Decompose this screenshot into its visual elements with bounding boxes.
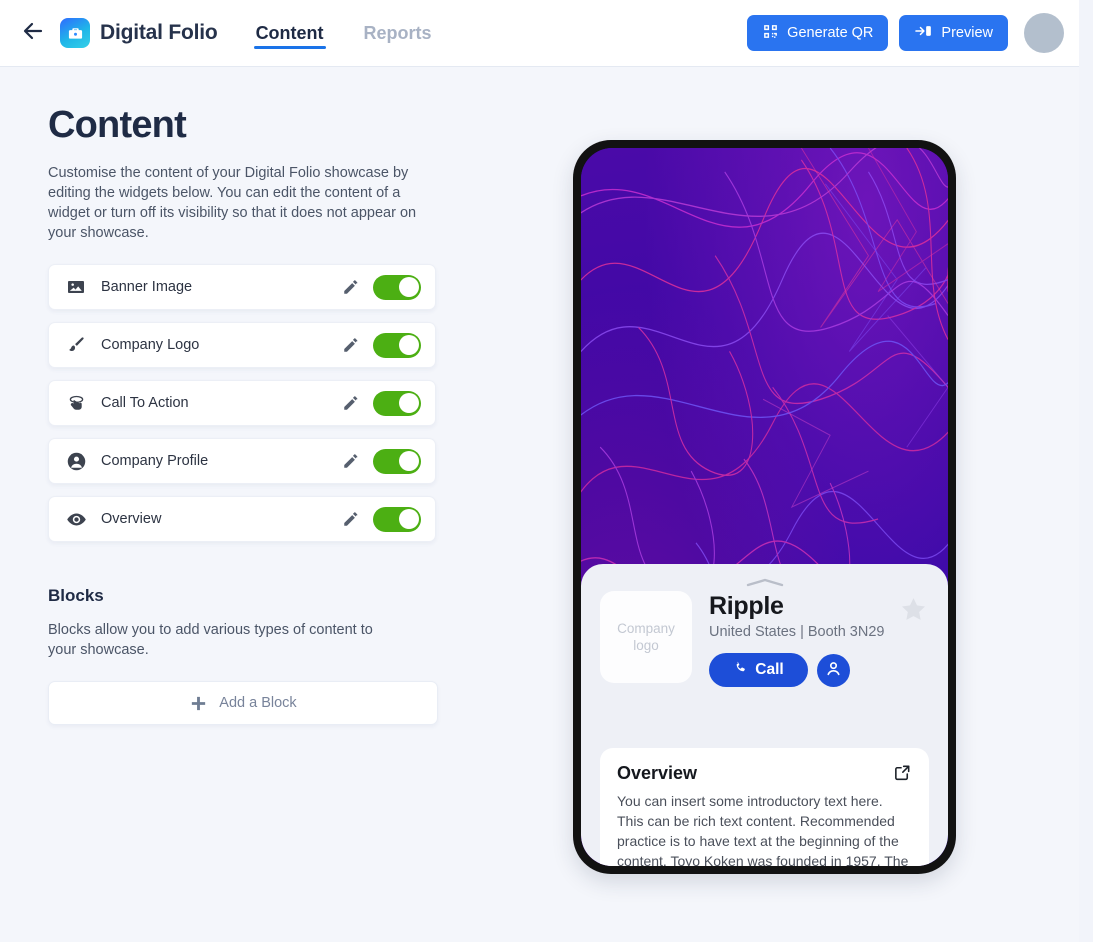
eye-icon: [65, 508, 87, 530]
visibility-toggle[interactable]: [373, 448, 421, 474]
profile-sheet: Company logo Ripple United States | Boot…: [581, 564, 948, 866]
tab-content[interactable]: Content: [253, 0, 326, 66]
widget-label: Company Profile: [101, 453, 209, 469]
widget-row-banner-image[interactable]: Banner Image: [48, 264, 436, 310]
plus-icon: [189, 694, 208, 713]
page-title: Content: [48, 104, 187, 146]
call-button[interactable]: Call: [709, 653, 808, 687]
briefcase-icon: [60, 18, 90, 48]
overview-card[interactable]: Overview You can insert some introductor…: [600, 748, 929, 866]
top-navigation-bar: Digital Folio Content Reports Generate Q…: [0, 0, 1079, 67]
widget-actions: [341, 506, 421, 532]
add-a-block-label: Add a Block: [219, 695, 297, 711]
user-circle-icon: [65, 450, 87, 472]
visibility-toggle[interactable]: [373, 274, 421, 300]
star-icon[interactable]: [899, 595, 928, 629]
overview-body: You can insert some introductory text he…: [617, 793, 909, 866]
widget-actions: [341, 274, 421, 300]
preview-label: Preview: [941, 25, 993, 41]
company-info: Ripple United States | Booth 3N29 Call: [709, 591, 929, 687]
contact-person-button[interactable]: [817, 653, 850, 687]
page-description: Customise the content of your Digital Fo…: [48, 165, 417, 241]
top-bar-actions: Generate QR Preview: [747, 13, 1079, 53]
widget-row-company-profile[interactable]: Company Profile: [48, 438, 436, 484]
widget-label: Overview: [101, 511, 162, 527]
widget-row-company-logo[interactable]: Company Logo: [48, 322, 436, 368]
external-link-icon[interactable]: [893, 763, 912, 782]
pencil-icon[interactable]: [341, 335, 361, 355]
generate-qr-label: Generate QR: [787, 25, 874, 41]
widget-actions: [341, 390, 421, 416]
blocks-title: Blocks: [48, 586, 104, 605]
brand-name: Digital Folio: [100, 21, 218, 44]
paintbrush-icon: [65, 334, 87, 356]
pencil-icon[interactable]: [341, 277, 361, 297]
profile-action-row: Call: [709, 653, 929, 687]
visibility-toggle[interactable]: [373, 332, 421, 358]
visibility-toggle[interactable]: [373, 506, 421, 532]
chevron-up-icon: [746, 578, 784, 587]
company-profile-row: Company logo Ripple United States | Boot…: [597, 591, 932, 687]
widget-label: Banner Image: [101, 279, 193, 295]
visibility-toggle[interactable]: [373, 390, 421, 416]
generate-qr-button[interactable]: Generate QR: [747, 15, 889, 51]
phone-preview-frame: Company logo Ripple United States | Boot…: [573, 140, 956, 874]
pencil-icon[interactable]: [341, 509, 361, 529]
company-name: Ripple: [709, 592, 784, 620]
company-logo-line1: Company: [617, 621, 675, 636]
call-label: Call: [755, 661, 784, 678]
overview-title: Overview: [617, 763, 698, 783]
company-logo-placeholder: Company logo: [600, 591, 692, 683]
pencil-icon[interactable]: [341, 451, 361, 471]
overview-header: Overview: [617, 763, 912, 784]
add-a-block-button[interactable]: Add a Block: [48, 681, 438, 725]
widget-row-call-to-action[interactable]: Call To Action: [48, 380, 436, 426]
widget-label: Company Logo: [101, 337, 200, 353]
preview-button[interactable]: Preview: [899, 15, 1008, 51]
phone-icon: [733, 660, 748, 680]
arrow-left-icon: [21, 19, 45, 48]
avatar[interactable]: [1024, 13, 1064, 53]
person-icon: [824, 659, 843, 681]
pencil-icon[interactable]: [341, 393, 361, 413]
preview-arrow-icon: [914, 22, 933, 44]
widget-actions: [341, 448, 421, 474]
back-button[interactable]: [16, 16, 50, 50]
content-panel: Content Customise the content of your Di…: [0, 67, 500, 725]
page-right-gutter: [1079, 0, 1093, 942]
blocks-section: Blocks Blocks allow you to add various t…: [48, 586, 438, 725]
widget-list: Banner Image Company Logo Call To Action…: [48, 264, 436, 542]
company-logo-line2: logo: [633, 638, 659, 653]
qr-code-icon: [762, 23, 779, 44]
widget-actions: [341, 332, 421, 358]
widget-label: Call To Action: [101, 395, 189, 411]
app-root: Digital Folio Content Reports Generate Q…: [0, 0, 1093, 942]
tap-hand-icon: [65, 392, 87, 414]
blocks-description: Blocks allow you to add various types of…: [48, 622, 373, 658]
tab-reports[interactable]: Reports: [362, 0, 434, 66]
widget-row-overview[interactable]: Overview: [48, 496, 436, 542]
image-icon: [65, 276, 87, 298]
main-nav: Content Reports: [253, 0, 470, 66]
sheet-grabber[interactable]: [746, 578, 784, 587]
company-meta: United States | Booth 3N29: [709, 624, 885, 640]
phone-screen: Company logo Ripple United States | Boot…: [581, 148, 948, 866]
